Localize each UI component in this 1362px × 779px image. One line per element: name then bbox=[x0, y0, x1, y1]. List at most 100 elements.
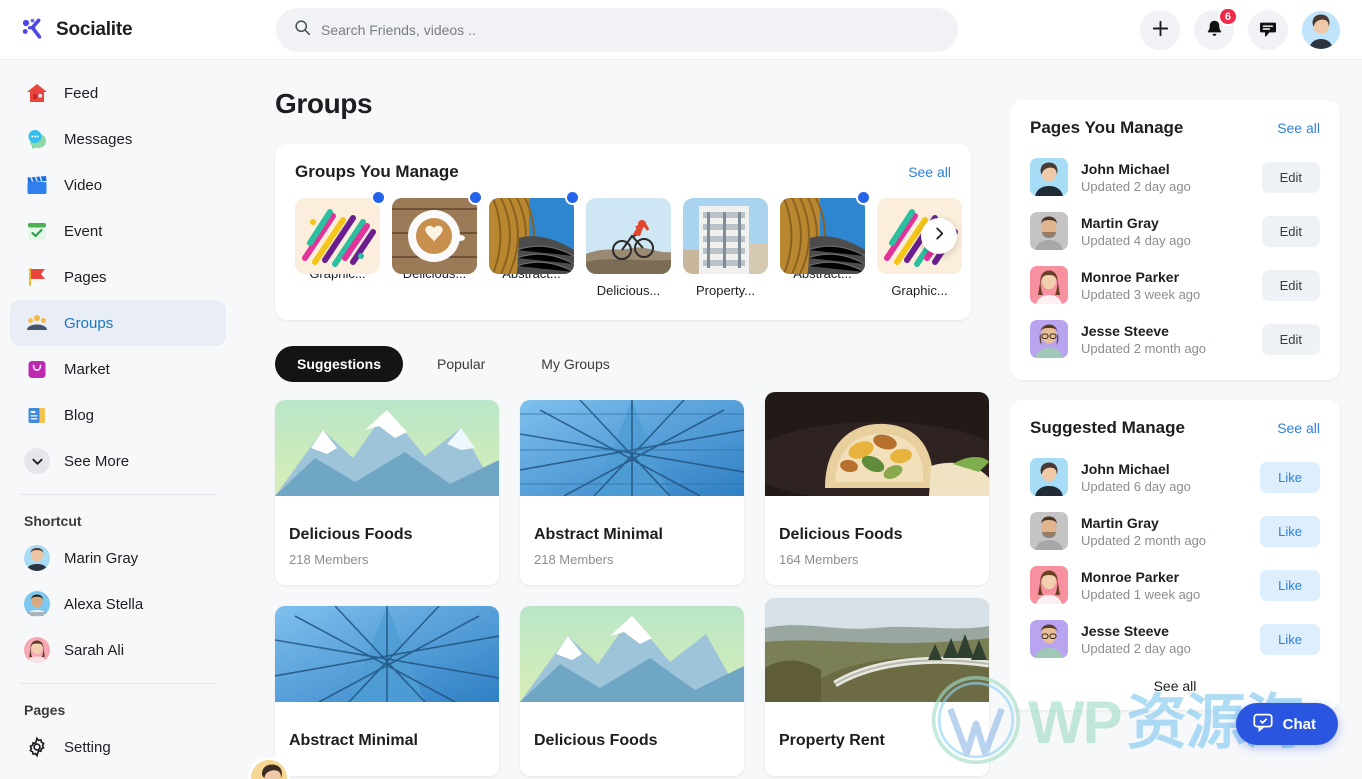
like-button[interactable]: Like bbox=[1260, 515, 1320, 547]
sidebar-item-pages[interactable]: Pages bbox=[10, 254, 226, 300]
like-button[interactable]: Like bbox=[1260, 461, 1320, 493]
sidebar-item-label: Setting bbox=[64, 738, 111, 756]
suggested-row[interactable]: Monroe Parker Updated 1 week ago Like bbox=[1030, 558, 1320, 612]
page-info: Martin Gray Updated 4 day ago bbox=[1081, 215, 1249, 248]
sidebar-item-groups[interactable]: Groups bbox=[10, 300, 226, 346]
tab-my-groups[interactable]: My Groups bbox=[519, 346, 631, 382]
group-thumbnail bbox=[683, 198, 768, 274]
page-row[interactable]: Jesse Steeve Updated 2 month ago Edit bbox=[1030, 312, 1320, 366]
group-card-members: 164 Members bbox=[779, 552, 859, 567]
chat-button[interactable]: Chat bbox=[1235, 703, 1338, 745]
edit-button[interactable]: Edit bbox=[1261, 269, 1320, 301]
shortcut-item-sarah-ali[interactable]: Sarah Ali bbox=[10, 627, 226, 673]
group-cover-image bbox=[275, 606, 499, 702]
group-card[interactable]: Delicious Foods 164 Members bbox=[248, 392, 989, 779]
see-all-link[interactable]: See all bbox=[1277, 120, 1320, 136]
group-card-title: Abstract Minimal bbox=[289, 732, 418, 749]
edit-button[interactable]: Edit bbox=[1261, 161, 1320, 193]
suggested-info: Monroe Parker Updated 1 week ago bbox=[1081, 569, 1247, 602]
suggested-updated: Updated 6 day ago bbox=[1081, 478, 1191, 494]
suggested-updated: Updated 1 week ago bbox=[1081, 586, 1201, 602]
managed-group-item[interactable]: Delicious... bbox=[586, 198, 671, 298]
page-name: Jesse Steeve bbox=[1081, 322, 1169, 339]
search-box[interactable] bbox=[276, 8, 958, 52]
group-card[interactable]: Property Rent bbox=[248, 598, 989, 779]
group-card-title: Abstract Minimal bbox=[534, 526, 663, 543]
shortcut-item-alexa-stella[interactable]: Alexa Stella bbox=[10, 581, 226, 627]
group-badge-dot bbox=[565, 190, 580, 205]
groups-carousel[interactable]: Graphic... bbox=[295, 190, 962, 298]
edit-button[interactable]: Edit bbox=[1261, 323, 1320, 355]
clapperboard-icon bbox=[24, 172, 50, 198]
sidebar-divider-2 bbox=[20, 683, 216, 684]
group-card[interactable]: Delicious Foods bbox=[248, 606, 744, 779]
search-input[interactable] bbox=[321, 22, 940, 38]
groups-grid: Delicious Foods 218 Members Abstract Min… bbox=[248, 392, 1010, 779]
panel-header: Suggested Manage See all bbox=[1030, 418, 1320, 438]
sidebar-item-label: Pages bbox=[64, 268, 107, 286]
like-button[interactable]: Like bbox=[1260, 569, 1320, 601]
group-cover-image bbox=[520, 400, 744, 496]
group-thumbnail bbox=[489, 198, 574, 274]
page-updated: Updated 3 week ago bbox=[1081, 286, 1201, 302]
notifications-button[interactable]: 6 bbox=[1194, 7, 1238, 50]
avatar bbox=[1030, 512, 1068, 550]
page-row[interactable]: Monroe Parker Updated 3 week ago Edit bbox=[1030, 258, 1320, 312]
see-all-link[interactable]: See all bbox=[908, 164, 951, 180]
group-card[interactable]: Abstract Minimal bbox=[248, 606, 499, 779]
group-card[interactable]: Delicious Foods 218 Members bbox=[248, 400, 499, 779]
like-button[interactable]: Like bbox=[1260, 623, 1320, 655]
top-actions: 6 bbox=[1140, 7, 1340, 50]
brand[interactable]: Socialite bbox=[0, 17, 236, 43]
tab-popular[interactable]: Popular bbox=[415, 346, 507, 382]
message-icon bbox=[1258, 19, 1278, 42]
avatar bbox=[24, 545, 50, 571]
sidebar-item-feed[interactable]: Feed bbox=[10, 70, 226, 116]
people-group-icon bbox=[24, 310, 50, 336]
group-card-title: Delicious Foods bbox=[534, 732, 658, 749]
suggested-see-all-footer[interactable]: See all bbox=[1030, 666, 1320, 696]
group-cover-image bbox=[765, 392, 989, 496]
search-container bbox=[276, 8, 958, 52]
group-cover-image bbox=[765, 598, 989, 702]
managed-group-item[interactable]: Graphic... bbox=[295, 190, 386, 298]
suggested-row[interactable]: Jesse Steeve Updated 2 day ago Like bbox=[1030, 612, 1320, 666]
user-avatar[interactable] bbox=[1302, 11, 1340, 49]
managed-group-item[interactable]: Abstract... bbox=[780, 190, 871, 298]
managed-group-item[interactable]: Property... bbox=[683, 198, 768, 298]
sidebar-item-messages[interactable]: Messages bbox=[10, 116, 226, 162]
edit-button[interactable]: Edit bbox=[1261, 215, 1320, 247]
shortcut-item-marin-gray[interactable]: Marin Gray bbox=[10, 535, 226, 581]
suggested-row[interactable]: Martin Gray Updated 2 month ago Like bbox=[1030, 504, 1320, 558]
group-card-members: 218 Members bbox=[534, 552, 614, 567]
group-card[interactable]: Abstract Minimal 218 Members bbox=[248, 400, 744, 779]
add-button[interactable] bbox=[1140, 10, 1180, 50]
group-card-title: Delicious Foods bbox=[779, 526, 903, 543]
avatar bbox=[24, 637, 50, 663]
sidebar-item-blog[interactable]: Blog bbox=[10, 392, 226, 438]
group-badge-dot bbox=[856, 190, 871, 205]
carousel-next-button[interactable] bbox=[921, 218, 957, 254]
page-row[interactable]: Martin Gray Updated 4 day ago Edit bbox=[1030, 204, 1320, 258]
messages-button[interactable] bbox=[1248, 10, 1288, 50]
page-row[interactable]: John Michael Updated 2 day ago Edit bbox=[1030, 150, 1320, 204]
sidebar-item-market[interactable]: Market bbox=[10, 346, 226, 392]
house-icon bbox=[24, 80, 50, 106]
group-card-body: Delicious Foods bbox=[520, 702, 744, 776]
sidebar-item-see-more[interactable]: See More bbox=[10, 438, 226, 484]
sidebar-item-video[interactable]: Video bbox=[10, 162, 226, 208]
sidebar-item-setting[interactable]: Setting bbox=[10, 724, 226, 770]
sidebar-item-event[interactable]: Event bbox=[10, 208, 226, 254]
group-cover-image bbox=[275, 400, 499, 496]
see-all-link[interactable]: See all bbox=[1277, 420, 1320, 436]
managed-group-item[interactable]: Abstract... bbox=[489, 190, 580, 298]
avatar bbox=[1030, 620, 1068, 658]
suggested-info: Jesse Steeve Updated 2 day ago bbox=[1081, 623, 1247, 656]
group-thumbnail bbox=[780, 198, 865, 274]
page-updated: Updated 2 month ago bbox=[1081, 340, 1207, 356]
managed-group-item[interactable]: Delicious... bbox=[392, 190, 483, 298]
sidebar-item-label: Groups bbox=[64, 314, 114, 332]
suggested-row[interactable]: John Michael Updated 6 day ago Like bbox=[1030, 450, 1320, 504]
avatar bbox=[1030, 266, 1068, 304]
tab-suggestions[interactable]: Suggestions bbox=[275, 346, 404, 382]
